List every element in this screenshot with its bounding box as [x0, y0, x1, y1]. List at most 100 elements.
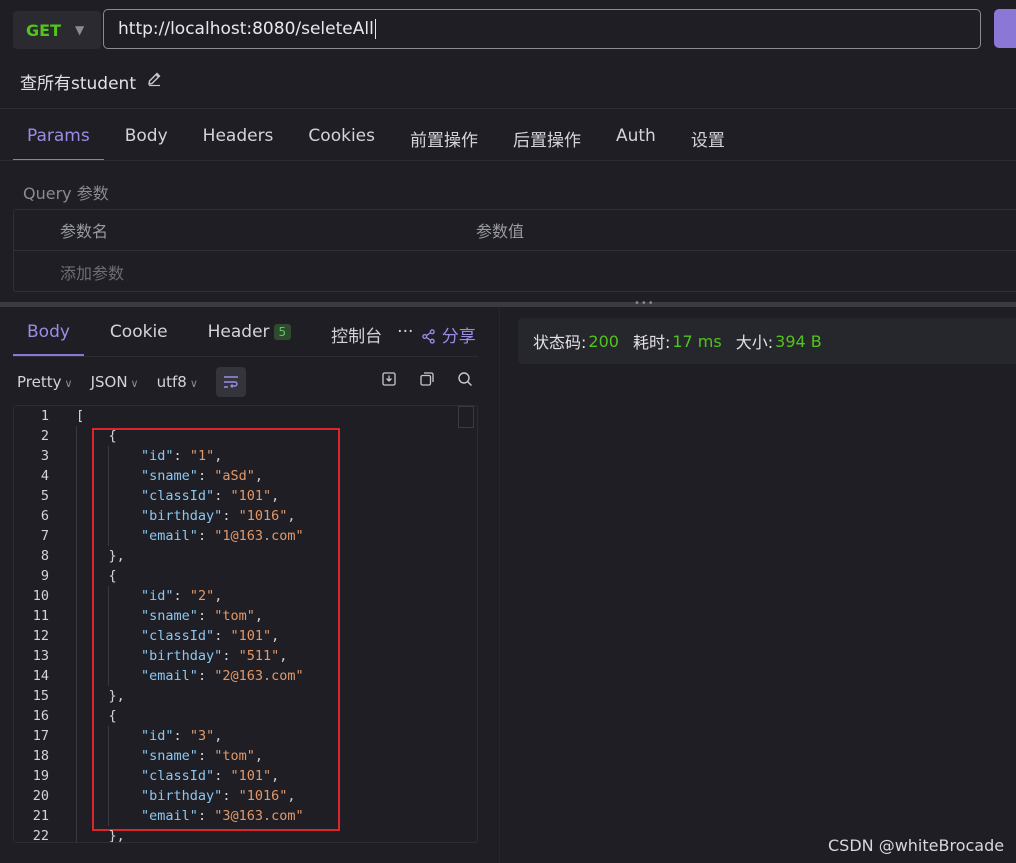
json-value: "101": [230, 768, 272, 784]
json-key: "classId": [141, 628, 215, 644]
code-line: 8 },: [14, 546, 477, 566]
line-number: 6: [40, 508, 49, 524]
add-param-row[interactable]: 添加参数: [14, 251, 1016, 292]
drag-handle-icon[interactable]: •••: [634, 298, 655, 309]
tab-body[interactable]: Body: [125, 118, 168, 161]
line-number: 11: [32, 608, 49, 624]
json-key: "birthday": [141, 788, 223, 804]
split-handle[interactable]: [0, 302, 1016, 307]
code-line: 1[: [14, 406, 477, 426]
json-key: "id": [141, 448, 174, 464]
line-number: 21: [32, 808, 49, 824]
tab-response-body[interactable]: Body: [13, 316, 84, 356]
line-number: 5: [40, 488, 49, 504]
share-icon: [422, 329, 436, 344]
time-label: 耗时:: [632, 333, 671, 352]
share-button[interactable]: 分享: [421, 316, 476, 356]
code-text: "sname": "tom",: [141, 608, 263, 624]
code-line: 6 "birthday": "1016",: [14, 506, 477, 526]
line-number: 15: [32, 688, 49, 704]
encoding-label: utf8: [156, 373, 187, 391]
line-number: 8: [40, 548, 49, 564]
wrap-toggle-button[interactable]: [215, 367, 246, 397]
code-text: },: [76, 828, 125, 843]
response-body-viewer[interactable]: 1[2 {3 "id": "1", 4 "sname": "aSd", 5 "cla…: [13, 405, 478, 843]
tab-response-console[interactable]: 控制台: [331, 316, 383, 356]
encoding-select[interactable]: utf8 ∨: [157, 373, 198, 391]
chevron-down-icon: ∨: [130, 377, 139, 390]
json-value: "3": [189, 728, 215, 744]
tab-cookies[interactable]: Cookies: [308, 118, 375, 161]
code-text: "email": "3@163.com": [141, 808, 304, 824]
code-line: 20 "birthday": "1016",: [14, 786, 477, 806]
code-text: "classId": "101",: [141, 488, 280, 504]
code-text: {: [76, 428, 117, 444]
chevron-down-icon: ∨: [64, 377, 73, 390]
code-line: 12 "classId": "101",: [14, 626, 477, 646]
code-line: 2 {: [14, 426, 477, 446]
tab-auth[interactable]: Auth: [616, 118, 656, 161]
format-select[interactable]: JSON ∨: [91, 373, 139, 391]
response-status-bar: 状态码: 200 耗时: 17 ms 大小: 394 B: [518, 318, 1016, 364]
watermark: CSDN @whiteBrocade: [828, 836, 1005, 855]
tab-pre-ops[interactable]: 前置操作: [410, 118, 478, 161]
more-icon[interactable]: ···: [397, 316, 413, 356]
chevron-down-icon: ▼: [74, 23, 85, 37]
code-line: 22 },: [14, 826, 477, 843]
add-param-input[interactable]: 添加参数: [60, 260, 124, 284]
code-line: 18 "sname": "tom",: [14, 746, 477, 766]
code-text: "classId": "101",: [141, 628, 280, 644]
json-key: "sname": [141, 748, 198, 764]
panel-divider[interactable]: [499, 307, 500, 863]
tab-response-cookie[interactable]: Cookie: [110, 316, 168, 356]
size-label: 大小:: [735, 333, 774, 352]
response-tabs: Body Cookie Header 5 控制台 ··· 分享: [13, 316, 478, 357]
line-number: 20: [32, 788, 49, 804]
copy-icon[interactable]: [419, 371, 435, 391]
url-input[interactable]: http://localhost:8080/seleteAll: [103, 9, 981, 49]
code-line: 7 "email": "1@163.com": [14, 526, 477, 546]
code-line: 13 "birthday": "511",: [14, 646, 477, 666]
line-number: 16: [32, 708, 49, 724]
json-key: "classId": [141, 768, 215, 784]
json-value: "2": [189, 588, 215, 604]
tab-settings[interactable]: 设置: [691, 118, 725, 161]
status-code-label: 状态码:: [533, 333, 587, 352]
code-text: "classId": "101",: [141, 768, 280, 784]
code-text: "id": "1",: [141, 448, 223, 464]
code-text: "sname": "aSd",: [141, 468, 263, 484]
header-count-badge: 5: [273, 324, 292, 340]
tab-params[interactable]: Params: [13, 118, 104, 161]
request-name: 查所有student: [20, 74, 136, 94]
code-text: "id": "2",: [141, 588, 223, 604]
code-line: 21 "email": "3@163.com": [14, 806, 477, 826]
pretty-select[interactable]: Pretty ∨: [17, 373, 73, 391]
col-param-name: 参数名: [60, 222, 109, 241]
code-text: {: [76, 708, 117, 724]
code-line: 9 {: [14, 566, 477, 586]
search-icon[interactable]: [457, 371, 473, 391]
tab-headers[interactable]: Headers: [203, 118, 274, 161]
tab-response-header[interactable]: Header 5: [208, 316, 292, 356]
edit-icon[interactable]: [146, 71, 162, 92]
time-value: 17 ms: [672, 331, 722, 351]
code-line: 10 "id": "2",: [14, 586, 477, 606]
code-text: "id": "3",: [141, 728, 223, 744]
query-section-label: Query 参数: [23, 184, 109, 203]
code-text: {: [76, 568, 117, 584]
line-number: 13: [32, 648, 49, 664]
method-select[interactable]: GET ▼: [13, 11, 101, 49]
code-text: [: [76, 408, 85, 424]
json-value: "2@163.com": [214, 668, 304, 684]
download-icon[interactable]: [381, 371, 397, 391]
pretty-label: Pretty: [17, 373, 62, 391]
json-value: "1016": [238, 788, 288, 804]
url-text: http://localhost:8080/seleteAll: [118, 19, 374, 39]
json-value: "511": [238, 648, 280, 664]
json-key: "birthday": [141, 508, 223, 524]
code-line: 4 "sname": "aSd",: [14, 466, 477, 486]
send-button[interactable]: [994, 9, 1016, 48]
code-line: 17 "id": "3",: [14, 726, 477, 746]
tab-post-ops[interactable]: 后置操作: [513, 118, 581, 161]
json-key: "id": [141, 588, 174, 604]
